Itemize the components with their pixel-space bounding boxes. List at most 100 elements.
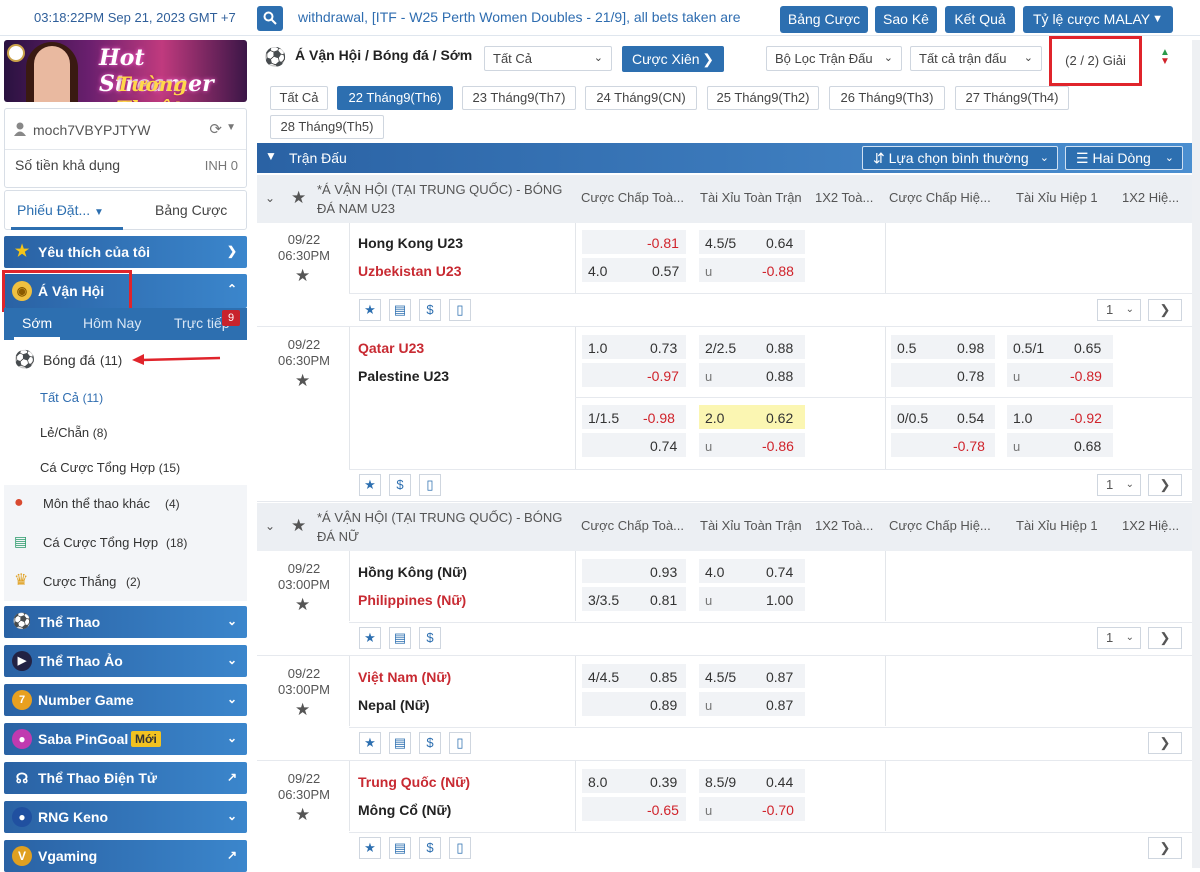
stream-button[interactable]: ▤: [389, 627, 411, 649]
combo-bets-count: (18): [166, 536, 188, 550]
star-icon[interactable]: ★: [291, 188, 306, 208]
odds-value: 0.93: [650, 564, 678, 580]
favorite-button[interactable]: ★: [359, 474, 381, 496]
nav-virtual-sports[interactable]: ▶ Thể Thao Ảo ⌄: [4, 645, 247, 677]
chevron-down-icon: ▼: [94, 207, 104, 218]
star-icon[interactable]: ★: [295, 805, 310, 825]
date-tab-0923[interactable]: 23 Tháng9(Th7): [462, 86, 576, 110]
stream-button[interactable]: ▤: [389, 837, 411, 859]
more-markets-button[interactable]: ❯: [1148, 299, 1182, 321]
nav-rng-keno[interactable]: ● RNG Keno ⌄: [4, 801, 247, 833]
divider: [349, 622, 1193, 623]
star-icon[interactable]: ★: [295, 700, 310, 720]
scrollbar[interactable]: [1192, 40, 1200, 868]
favorite-button[interactable]: ★: [359, 299, 381, 321]
stats-button[interactable]: ▯: [449, 299, 471, 321]
stats-button[interactable]: ▯: [449, 837, 471, 859]
star-icon: ★: [364, 840, 376, 855]
cashout-button[interactable]: $: [419, 732, 441, 754]
odds-value: -0.78: [953, 438, 985, 454]
date-tab-0927[interactable]: 27 Tháng9(Th4): [955, 86, 1069, 110]
star-icon[interactable]: ★: [295, 266, 310, 286]
chevron-down-icon[interactable]: ▼: [265, 149, 277, 163]
sports-mix-icon: ●: [14, 494, 24, 511]
bet-list-button[interactable]: Bảng Cược: [780, 6, 868, 33]
results-button[interactable]: Kết Quả: [945, 6, 1015, 33]
sort-select[interactable]: ⇵ Lựa chọn bình thường ⌄: [862, 146, 1058, 170]
cashout-button[interactable]: $: [389, 474, 411, 496]
refresh-icon[interactable]: ⟳: [209, 120, 222, 138]
date-tab-0922[interactable]: 22 Tháng9(Th6): [337, 86, 453, 110]
chevron-down-icon[interactable]: ⌄: [265, 191, 275, 205]
ou-under-label: u: [1013, 439, 1021, 454]
sub-mix-parlay[interactable]: Cá Cược Tổng Hợp (15): [40, 460, 180, 475]
combo-bets[interactable]: ▤ Cá Cược Tổng Hợp (18): [4, 523, 247, 561]
star-icon[interactable]: ★: [291, 516, 306, 536]
more-markets-button[interactable]: ❯: [1148, 627, 1182, 649]
star-icon[interactable]: ★: [295, 595, 310, 615]
nav-vgaming[interactable]: V Vgaming ↗: [4, 840, 247, 872]
cashout-button[interactable]: $: [419, 837, 441, 859]
more-markets-button[interactable]: ❯: [1148, 474, 1182, 496]
nav-saba-pingoal[interactable]: ● Saba PinGoal Mới ⌄: [4, 723, 247, 755]
date-tab-0925[interactable]: 25 Tháng9(Th2): [707, 86, 819, 110]
date-tab-0926[interactable]: 26 Tháng9(Th3): [829, 86, 945, 110]
nav-number-game[interactable]: 7 Number Game ⌄: [4, 684, 247, 716]
date-tab-0928[interactable]: 28 Tháng9(Th5): [270, 115, 384, 139]
league-count-filter[interactable]: (2 / 2) Giải: [1049, 36, 1142, 86]
stats-button[interactable]: ▯: [419, 474, 441, 496]
page-number: 1: [1106, 477, 1114, 492]
ou-line: 4.5/5: [705, 669, 737, 685]
star-icon[interactable]: ★: [295, 371, 310, 391]
stats-button[interactable]: ▯: [449, 732, 471, 754]
match-filter-select[interactable]: Bộ Lọc Trận Đấu ⌄: [766, 46, 902, 71]
tv-icon: ▤: [393, 840, 407, 855]
hot-streamer-banner[interactable]: Hot Streamer Tường Thuật: [4, 40, 247, 102]
subtab-early[interactable]: Sớm: [22, 315, 52, 331]
page-select[interactable]: 1 ⌄: [1097, 299, 1141, 321]
favorite-button[interactable]: ★: [359, 732, 381, 754]
cashout-button[interactable]: $: [419, 299, 441, 321]
stream-button[interactable]: ▤: [389, 732, 411, 754]
parlay-button[interactable]: Cược Xiên ❯: [622, 46, 724, 72]
date-tab-all[interactable]: Tất Cả: [270, 86, 328, 110]
match-row: 09/22 06:30PM ★ Hong Kong U23 Uzbekistan…: [257, 223, 1193, 327]
match-row: 09/22 03:00PM ★ Việt Nam (Nữ) Nepal (Nữ)…: [257, 656, 1193, 761]
lines-select[interactable]: ☰ Hai Dòng ⌄: [1065, 146, 1183, 170]
chevron-up-icon: ⌃: [226, 282, 237, 296]
favorite-button[interactable]: ★: [359, 837, 381, 859]
chevron-right-icon: ❯: [1159, 735, 1171, 750]
nav-sports[interactable]: ⚽ Thể Thao ⌄: [4, 606, 247, 638]
favorites-nav[interactable]: ★ Yêu thích của tôi ❯: [4, 236, 247, 268]
tab-bet-slip[interactable]: Phiếu Đặt... ▼: [17, 202, 104, 218]
more-markets-button[interactable]: ❯: [1148, 732, 1182, 754]
subtab-today[interactable]: Hôm Nay: [83, 315, 141, 331]
stream-button[interactable]: ▤: [389, 299, 411, 321]
chevron-down-icon[interactable]: ▼: [226, 122, 236, 133]
outright-bets[interactable]: ♛ Cược Thắng (2): [4, 561, 247, 601]
sub-all[interactable]: Tất Cả (11): [40, 390, 103, 405]
chevron-down-icon: ⌄: [226, 692, 237, 706]
match-time: 06:30PM: [277, 248, 331, 263]
nav-esports[interactable]: ☊ Thể Thao Điện Tử ↗: [4, 762, 247, 794]
statement-button[interactable]: Sao Kê: [875, 6, 937, 33]
other-sports[interactable]: ● Môn thể thao khác (4): [4, 485, 247, 523]
sort-odds-icon[interactable]: ▲ ▼: [1154, 48, 1176, 70]
sub-odd-even[interactable]: Lẻ/Chẵn (8): [40, 425, 107, 440]
page-select[interactable]: 1 ⌄: [1097, 627, 1141, 649]
more-markets-button[interactable]: ❯: [1148, 837, 1182, 859]
news-ticker[interactable]: withdrawal, [ITF - W25 Perth Women Doubl…: [298, 9, 770, 25]
all-matches-select[interactable]: Tất cả trận đấu ⌄: [910, 46, 1042, 71]
cashout-button[interactable]: $: [419, 627, 441, 649]
tab-bet-list[interactable]: Bảng Cược: [155, 202, 227, 218]
market-filter-select[interactable]: Tất Cả ⌄: [484, 46, 612, 71]
ou-line: 4.0: [705, 564, 725, 580]
col-ou-ft: Tài Xỉu Toàn Trận: [700, 190, 802, 205]
chevron-down-icon[interactable]: ⌄: [265, 519, 275, 533]
divider: [575, 397, 1193, 398]
search-button[interactable]: [257, 6, 283, 31]
page-select[interactable]: 1 ⌄: [1097, 474, 1141, 496]
favorite-button[interactable]: ★: [359, 627, 381, 649]
odds-type-select[interactable]: Tỷ lệ cược MALAY ▼: [1023, 6, 1173, 33]
date-tab-0924[interactable]: 24 Tháng9(CN): [585, 86, 697, 110]
